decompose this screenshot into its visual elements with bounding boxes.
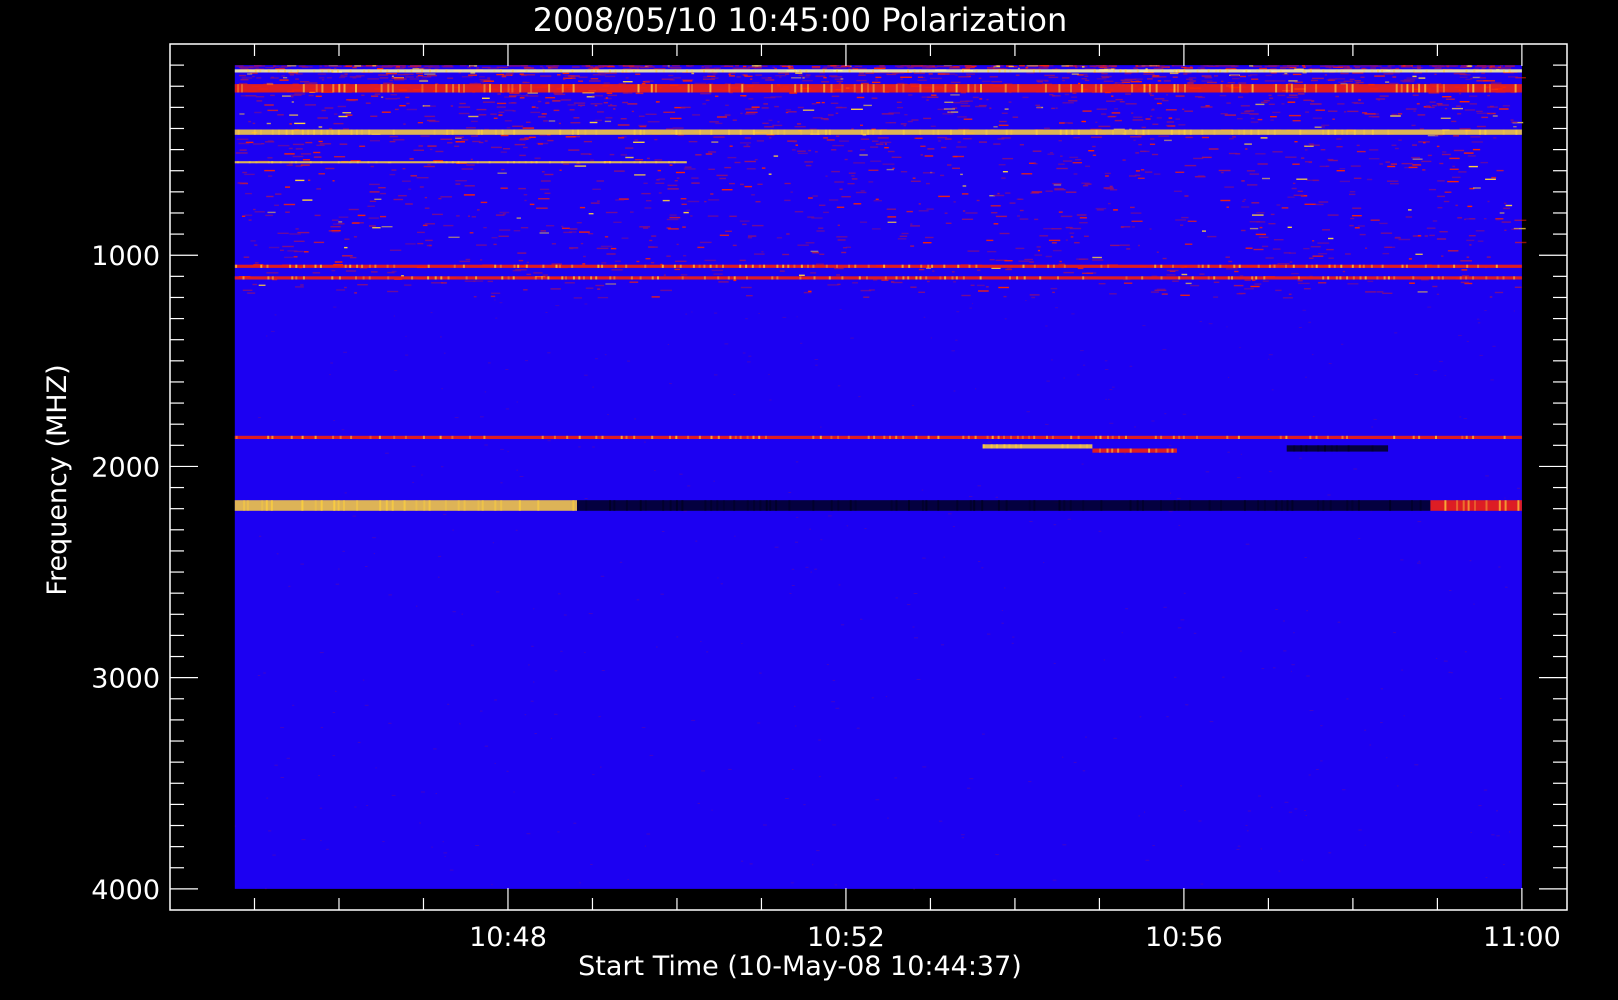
x-tick-label: 10:48 xyxy=(469,922,547,953)
feature-band-3 xyxy=(234,161,687,164)
feature-band-0 xyxy=(234,69,1522,73)
heatmap-base xyxy=(234,65,1522,889)
feature-band-10 xyxy=(234,500,578,511)
y-tick-label: 4000 xyxy=(91,875,160,906)
feature-band-7 xyxy=(982,444,1093,449)
x-tick-label: 11:00 xyxy=(1483,922,1561,953)
x-tick-label: 10:52 xyxy=(807,922,885,953)
x-axis-label: Start Time (10-May-08 10:44:37) xyxy=(578,951,1022,982)
feature-band-8 xyxy=(1092,448,1177,453)
x-tick-label: 10:56 xyxy=(1145,922,1223,953)
feature-band-1 xyxy=(234,84,1522,93)
y-tick-label: 2000 xyxy=(91,452,160,483)
y-tick-label: 3000 xyxy=(91,664,160,695)
heatmap-image xyxy=(234,65,1527,890)
spectrogram-chart: 2008/05/10 10:45:00 Polarization 10:48 10… xyxy=(0,0,1618,1000)
feature-band-12 xyxy=(1430,500,1522,511)
y-axis-label: Frequency (MHZ) xyxy=(42,364,73,595)
chart-title: 2008/05/10 10:45:00 Polarization xyxy=(533,1,1067,39)
y-tick-label: 1000 xyxy=(91,241,160,272)
